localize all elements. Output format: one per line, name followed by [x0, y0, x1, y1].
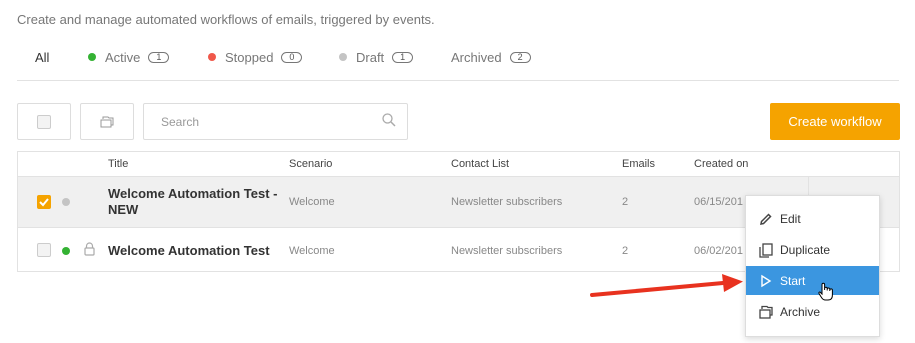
row-emails: 2 — [622, 245, 629, 257]
tab-draft-count: 1 — [392, 52, 414, 63]
lock-icon — [84, 242, 95, 256]
create-workflow-button[interactable]: Create workflow — [770, 103, 900, 140]
row-title-line1: Welcome Automation Test - — [108, 186, 278, 201]
tab-archived-count: 2 — [509, 52, 531, 63]
menu-item-label: Duplicate — [780, 242, 831, 257]
hand-pointer-icon — [818, 282, 833, 301]
annotation-arrow — [590, 274, 743, 297]
row-contact-list: Newsletter subscribers — [451, 245, 563, 257]
archive-icon — [759, 305, 773, 319]
row-created-on: 06/02/201 — [694, 245, 743, 257]
tab-stopped-label: Stopped — [225, 50, 274, 65]
select-all-checkbox[interactable] — [37, 115, 51, 129]
tab-stopped-count: 0 — [281, 52, 303, 63]
page-subtitle: Create and manage automated workflows of… — [17, 12, 435, 27]
menu-item-label: Archive — [780, 304, 821, 319]
pencil-icon — [760, 212, 772, 225]
menu-item-label: Start — [780, 273, 806, 288]
menu-item-duplicate[interactable]: Duplicate — [746, 235, 879, 264]
bulk-archive-button[interactable] — [80, 103, 134, 140]
active-status-dot — [88, 53, 96, 61]
row-title[interactable]: Welcome Automation Test - NEW — [108, 186, 278, 218]
column-emails[interactable]: Emails — [622, 158, 655, 170]
row-checkbox[interactable] — [37, 243, 51, 257]
menu-item-label: Edit — [780, 211, 801, 226]
tab-archived[interactable]: Archived 2 — [451, 50, 531, 80]
search-input[interactable]: Search — [143, 103, 408, 140]
tab-active[interactable]: Active 1 — [88, 50, 170, 80]
tab-archived-label: Archived — [451, 50, 502, 65]
tab-draft-label: Draft — [356, 50, 385, 65]
tab-all[interactable]: All — [35, 50, 49, 80]
copy-icon — [759, 242, 773, 258]
row-contact-list: Newsletter subscribers — [451, 196, 563, 208]
stopped-status-dot — [208, 53, 216, 61]
draft-status-dot — [339, 53, 347, 61]
archive-icon — [100, 116, 114, 128]
column-scenario[interactable]: Scenario — [289, 158, 332, 170]
table-header: Title Scenario Contact List Emails Creat… — [18, 152, 899, 177]
menu-item-start[interactable]: Start — [746, 266, 879, 295]
row-title[interactable]: Welcome Automation Test — [108, 243, 270, 259]
row-actions-menu: Edit Duplicate Start Archive — [745, 195, 880, 337]
row-checkbox-checked[interactable] — [37, 195, 51, 209]
row-emails: 2 — [622, 196, 629, 208]
tab-all-label: All — [35, 50, 50, 65]
menu-item-edit[interactable]: Edit — [746, 204, 879, 233]
select-all-box[interactable] — [17, 103, 71, 140]
tab-active-label: Active — [105, 50, 141, 65]
active-status-dot — [62, 247, 70, 255]
tab-active-count: 1 — [148, 52, 170, 63]
draft-status-dot — [62, 198, 70, 206]
checkmark-icon — [39, 198, 49, 207]
row-title-line2: NEW — [108, 202, 139, 217]
menu-item-archive[interactable]: Archive — [746, 297, 879, 326]
search-icon[interactable] — [381, 112, 397, 128]
play-icon — [761, 274, 772, 287]
column-contact-list[interactable]: Contact List — [451, 158, 509, 170]
column-title[interactable]: Title — [108, 158, 128, 170]
row-scenario: Welcome — [289, 245, 335, 257]
column-created-on[interactable]: Created on — [694, 158, 748, 170]
row-created-on: 06/15/201 — [694, 196, 743, 208]
status-tabs: All Active 1 Stopped 0 Draft 1 Archived … — [17, 50, 899, 81]
tab-stopped[interactable]: Stopped 0 — [208, 50, 303, 80]
tab-draft[interactable]: Draft 1 — [339, 50, 414, 80]
row-scenario: Welcome — [289, 196, 335, 208]
